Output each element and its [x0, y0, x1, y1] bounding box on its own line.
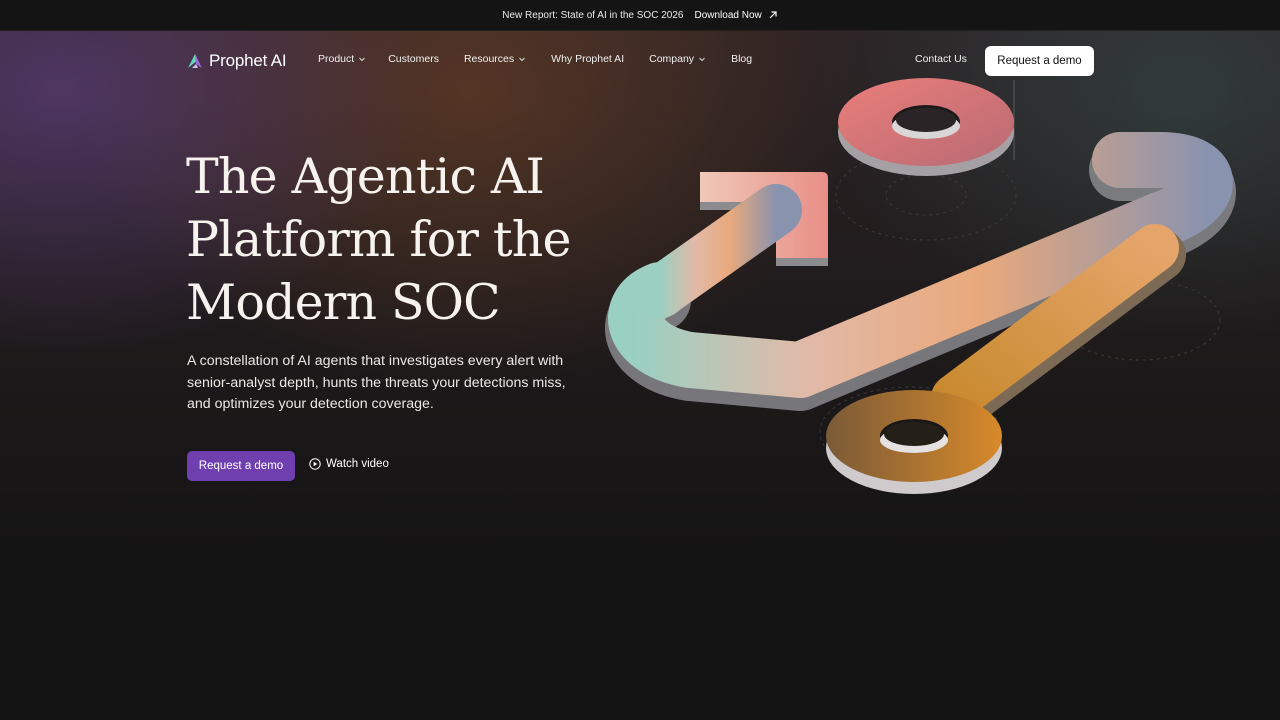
- main-menu: Product Customers Resources Why Prophet …: [318, 53, 752, 65]
- nav-item-label: Customers: [388, 53, 439, 65]
- nav-item-company[interactable]: Company: [649, 53, 706, 65]
- contact-us-link[interactable]: Contact Us: [915, 53, 967, 65]
- nav-item-blog[interactable]: Blog: [731, 53, 752, 65]
- nav-item-customers[interactable]: Customers: [388, 53, 439, 65]
- download-now-label: Download Now: [694, 9, 762, 21]
- nav-item-label: Resources: [463, 53, 515, 65]
- chevron-down-icon: [519, 57, 526, 62]
- chevron-down-icon: [359, 57, 366, 62]
- watch-video-label: Watch video: [326, 458, 389, 470]
- nav-item-resources[interactable]: Resources: [464, 53, 526, 65]
- hero-illustration: [605, 78, 1236, 494]
- watch-video-button[interactable]: Watch video: [309, 458, 389, 470]
- download-now-link[interactable]: Download Now: [694, 10, 777, 21]
- hero-headline: The Agentic AI Platform for the Modern S…: [186, 145, 606, 334]
- nav-item-label: Company: [649, 53, 695, 65]
- announcement-text: New Report: State of AI in the SOC 2026: [502, 9, 684, 21]
- headline-line-1: The Agentic AI: [186, 148, 545, 205]
- top-navigation: Prophet AI Product Customers Resources W…: [0, 31, 1280, 89]
- nav-item-label: Why Prophet AI: [551, 53, 625, 65]
- announcement-bar: New Report: State of AI in the SOC 2026 …: [0, 0, 1280, 31]
- headline-line-2: Platform for the: [186, 211, 572, 268]
- nav-request-demo-button[interactable]: Request a demo: [985, 46, 1094, 76]
- hero-request-demo-button[interactable]: Request a demo: [187, 451, 295, 481]
- chevron-down-icon: [699, 57, 705, 62]
- nav-item-product[interactable]: Product: [318, 53, 366, 65]
- hero-subtitle: A constellation of AI agents that invest…: [187, 353, 566, 412]
- nav-item-why-prophet-ai[interactable]: Why Prophet AI: [551, 53, 624, 65]
- prophet-logo-icon: [188, 54, 202, 68]
- brand-logo[interactable]: Prophet AI: [186, 51, 287, 71]
- arrow-up-right-icon: [769, 11, 777, 19]
- nav-item-label: Product: [318, 53, 355, 65]
- nav-item-label: Blog: [731, 53, 753, 65]
- brand-name: Prophet AI: [209, 51, 287, 70]
- headline-line-3: Modern SOC: [186, 274, 501, 331]
- play-circle-icon: [309, 458, 321, 470]
